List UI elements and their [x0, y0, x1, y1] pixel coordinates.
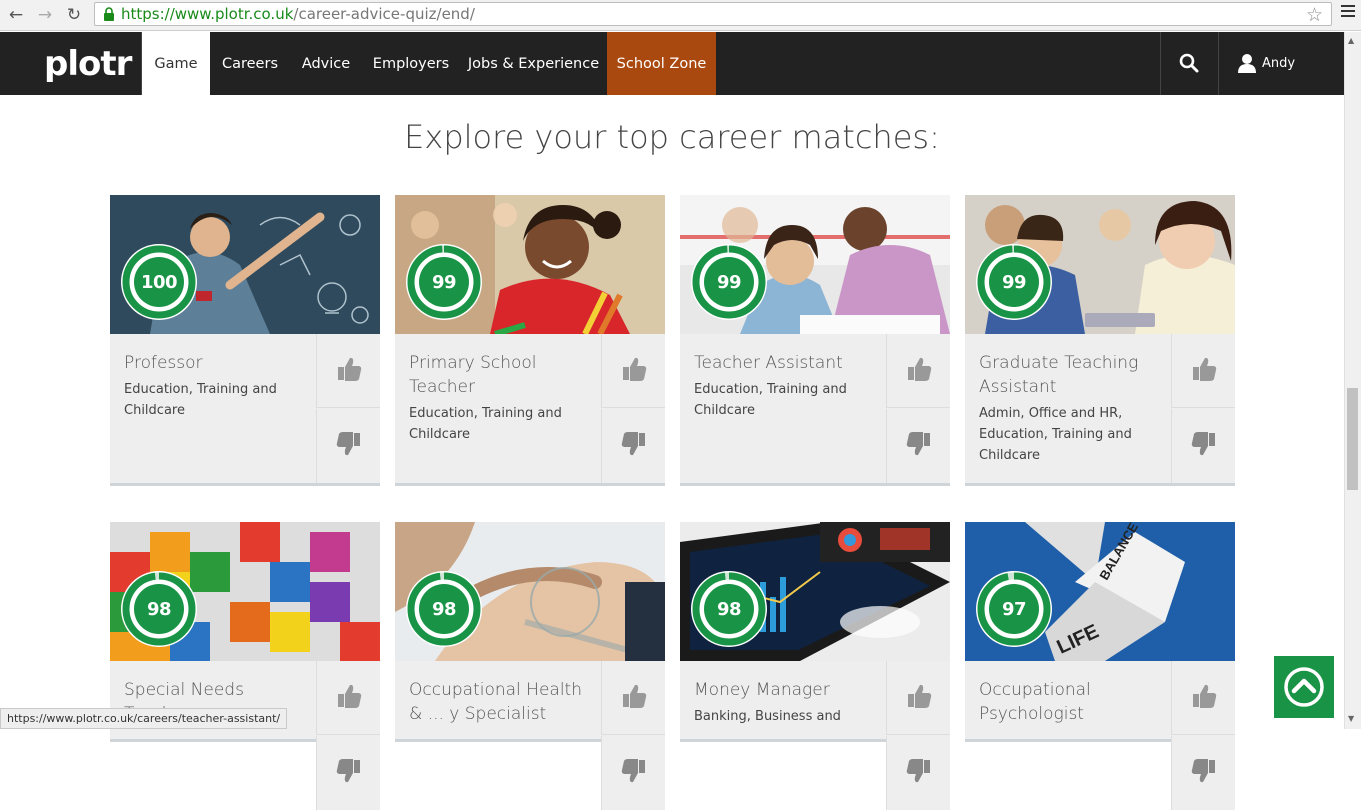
thumbs-up-icon: [335, 355, 363, 387]
divider: [1160, 32, 1161, 95]
career-info: Teacher Assistant Education, Training an…: [680, 334, 886, 421]
career-title[interactable]: Professor: [124, 351, 302, 375]
site-header: plotr Game Careers Advice Employers Jobs…: [0, 32, 1344, 95]
address-bar[interactable]: https://www.plotr.co.uk/career-advice-qu…: [94, 2, 1332, 26]
thumbs-down-icon: [620, 430, 648, 462]
thumbs-down-icon: [905, 430, 933, 462]
career-category: Education, Training and Childcare: [124, 382, 277, 418]
career-title[interactable]: Primary School Teacher: [409, 351, 587, 399]
scrollbar-thumb[interactable]: [1347, 388, 1358, 490]
nav-advice[interactable]: Advice: [290, 32, 362, 95]
career-card[interactable]: 98 Occupational Health & ... y Specialis…: [395, 522, 665, 810]
thumbs-up-icon: [1190, 355, 1218, 387]
thumbs-down-icon: [335, 757, 363, 789]
career-category: Education, Training and Childcare: [409, 406, 562, 442]
career-info: Occupational Psychologist: [965, 661, 1171, 730]
career-info: Primary School Teacher Education, Traini…: [395, 334, 601, 445]
nav-school-zone[interactable]: School Zone: [607, 32, 716, 95]
dislike-button[interactable]: [886, 409, 950, 483]
like-button[interactable]: [886, 334, 950, 408]
career-info: Graduate Teaching Assistant Admin, Offic…: [965, 334, 1171, 466]
browser-status-bar: https://www.plotr.co.uk/careers/teacher-…: [0, 708, 288, 729]
match-score: 98: [716, 598, 742, 620]
like-button[interactable]: [601, 334, 665, 408]
reload-icon[interactable]: ↻: [63, 4, 85, 26]
nav-employers[interactable]: Employers: [362, 32, 460, 95]
thumbs-up-icon: [905, 355, 933, 387]
career-card[interactable]: BALANCE LIFE 97 Occupational Psychologist: [965, 522, 1235, 810]
url-path: /career-advice-quiz/end/: [293, 5, 475, 23]
scrollbar[interactable]: [1344, 32, 1361, 729]
career-card[interactable]: 99 Primary School Teacher Education, Tra…: [395, 195, 665, 486]
like-button[interactable]: [1171, 661, 1235, 735]
thumbs-up-icon: [1190, 682, 1218, 714]
career-card[interactable]: 100 Professor Education, Training and Ch…: [110, 195, 380, 486]
thumbs-up-icon: [905, 682, 933, 714]
career-title[interactable]: Teacher Assistant: [694, 351, 872, 375]
career-card[interactable]: 99 Teacher Assistant Education, Training…: [680, 195, 950, 486]
page-title: Explore your top career matches:: [404, 118, 940, 156]
scroll-down-arrow-icon[interactable]: ▼: [1348, 714, 1354, 723]
match-score: 97: [1001, 598, 1027, 620]
arrow-up-circle-icon: [1284, 667, 1324, 707]
browser-menu-icon[interactable]: [1341, 5, 1355, 21]
site-logo[interactable]: plotr: [44, 44, 132, 84]
career-category: Education, Training and Childcare: [694, 382, 847, 418]
thumbs-down-icon: [1190, 757, 1218, 789]
match-score: 99: [1001, 271, 1027, 293]
dislike-button[interactable]: [601, 409, 665, 483]
career-title[interactable]: Graduate Teaching Assistant: [979, 351, 1157, 399]
thumbs-down-icon: [620, 757, 648, 789]
lock-icon: [104, 7, 114, 21]
like-button[interactable]: [316, 661, 380, 735]
career-card[interactable]: 99 Graduate Teaching Assistant Admin, Of…: [965, 195, 1235, 486]
match-score: 98: [431, 598, 457, 620]
nav-game[interactable]: Game: [142, 32, 210, 95]
divider: [1218, 32, 1219, 95]
nav-jobs-experience[interactable]: Jobs & Experience: [460, 32, 607, 95]
thumbs-up-icon: [620, 682, 648, 714]
match-score: 100: [140, 271, 178, 293]
match-score: 98: [146, 598, 172, 620]
like-button[interactable]: [1171, 334, 1235, 408]
career-title[interactable]: Money Manager: [694, 678, 872, 702]
like-button[interactable]: [886, 661, 950, 735]
career-title[interactable]: Occupational Psychologist: [979, 678, 1157, 726]
nav-careers[interactable]: Careers: [210, 32, 290, 95]
match-score: 99: [431, 271, 457, 293]
user-menu[interactable]: Andy: [1238, 53, 1295, 73]
career-title[interactable]: Occupational Health & ... y Specialist: [409, 678, 587, 726]
thumbs-down-icon: [335, 430, 363, 462]
like-button[interactable]: [601, 661, 665, 735]
dislike-button[interactable]: [601, 736, 665, 810]
scroll-up-arrow-icon[interactable]: ▲: [1348, 36, 1354, 45]
like-button[interactable]: [316, 334, 380, 408]
forward-arrow-icon[interactable]: →: [34, 4, 56, 26]
bookmark-star-icon[interactable]: ☆: [1306, 4, 1323, 26]
dislike-button[interactable]: [886, 736, 950, 810]
career-info: Professor Education, Training and Childc…: [110, 334, 316, 421]
career-info: Occupational Health & ... y Specialist: [395, 661, 601, 730]
career-info: Money Manager Banking, Business and: [680, 661, 886, 727]
user-icon: [1238, 54, 1256, 73]
thumbs-up-icon: [335, 682, 363, 714]
thumbs-down-icon: [1190, 430, 1218, 462]
career-card[interactable]: 98 Money Manager Banking, Business and: [680, 522, 950, 810]
dislike-button[interactable]: [316, 736, 380, 810]
dislike-button[interactable]: [1171, 736, 1235, 810]
thumbs-up-icon: [620, 355, 648, 387]
career-category: Banking, Business and: [694, 709, 841, 724]
thumbs-down-icon: [905, 757, 933, 789]
browser-toolbar: ← → ↻ https://www.plotr.co.uk/career-adv…: [0, 0, 1361, 31]
back-to-top-button[interactable]: [1274, 656, 1334, 718]
user-name: Andy: [1262, 55, 1296, 71]
dislike-button[interactable]: [316, 409, 380, 483]
search-icon[interactable]: [1178, 52, 1200, 74]
career-category: Admin, Office and HR, Education, Trainin…: [979, 406, 1132, 463]
back-arrow-icon[interactable]: ←: [5, 4, 27, 26]
url-host: https://www.plotr.co.uk: [121, 5, 294, 23]
match-score: 99: [716, 271, 742, 293]
dislike-button[interactable]: [1171, 409, 1235, 483]
